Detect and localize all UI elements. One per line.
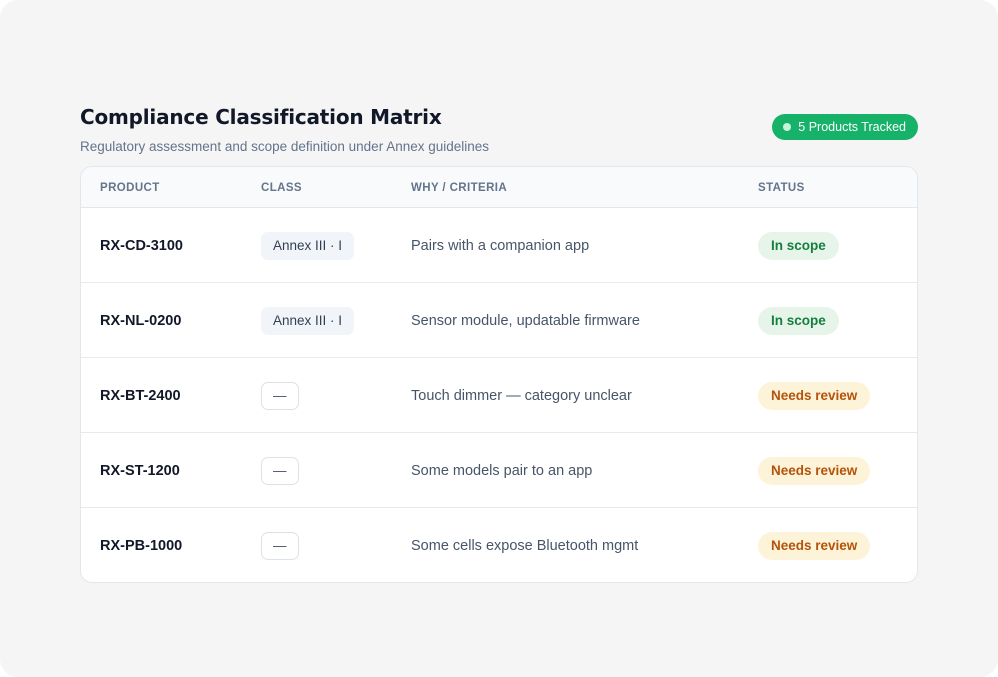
table-header: PRODUCT CLASS WHY / CRITERIA STATUS <box>81 167 917 208</box>
product-id: RX-ST-1200 <box>100 462 180 479</box>
page-header: Compliance Classification Matrix Regulat… <box>80 104 918 156</box>
criteria-text: Some cells expose Bluetooth mgmt <box>411 537 639 554</box>
column-header-why: WHY / CRITERIA <box>411 181 508 194</box>
table-row[interactable]: RX-ST-1200 — Some models pair to an app … <box>81 433 917 508</box>
product-id: RX-BT-2400 <box>100 387 181 404</box>
class-chip-empty: — <box>261 456 299 485</box>
table-row[interactable]: RX-PB-1000 — Some cells expose Bluetooth… <box>81 508 917 582</box>
criteria-text: Sensor module, updatable firmware <box>411 312 640 329</box>
product-id: RX-CD-3100 <box>100 237 183 254</box>
criteria-text: Pairs with a companion app <box>411 237 590 254</box>
criteria-text: Some models pair to an app <box>411 462 593 479</box>
product-id: RX-PB-1000 <box>100 537 183 554</box>
status-badge: In scope <box>758 306 839 335</box>
products-tracked-label: 5 Products Tracked <box>798 120 906 134</box>
classification-table: PRODUCT CLASS WHY / CRITERIA STATUS RX-C… <box>80 166 918 583</box>
column-header-product: PRODUCT <box>100 181 160 194</box>
status-dot-icon <box>783 123 792 131</box>
status-badge: In scope <box>758 231 839 260</box>
products-tracked-badge: 5 Products Tracked <box>772 114 918 140</box>
status-badge: Needs review <box>758 531 871 560</box>
class-chip: Annex III · I <box>261 231 355 260</box>
class-chip: Annex III · I <box>261 306 355 335</box>
class-chip-empty: — <box>261 381 299 410</box>
table-row[interactable]: RX-BT-2400 — Touch dimmer — category unc… <box>81 358 917 433</box>
class-chip-empty: — <box>261 531 299 560</box>
status-badge: Needs review <box>758 381 871 410</box>
status-badge: Needs review <box>758 456 871 485</box>
table-row[interactable]: RX-NL-0200 Annex III · I Sensor module, … <box>81 283 917 358</box>
criteria-text: Touch dimmer — category unclear <box>411 387 632 404</box>
column-header-status: STATUS <box>758 181 805 194</box>
table-row[interactable]: RX-CD-3100 Annex III · I Pairs with a co… <box>81 208 917 283</box>
page-subtitle: Regulatory assessment and scope definiti… <box>80 139 490 154</box>
column-header-class: CLASS <box>261 181 302 194</box>
page-background: Compliance Classification Matrix Regulat… <box>0 0 998 677</box>
product-id: RX-NL-0200 <box>100 312 182 329</box>
